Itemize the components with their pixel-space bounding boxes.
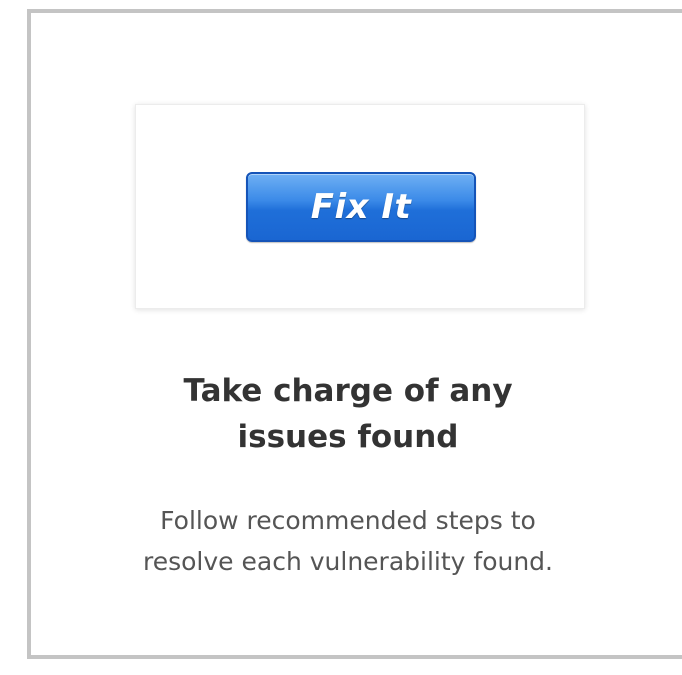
card-description: Follow recommended steps to resolve each…	[31, 500, 665, 582]
card-heading: Take charge of any issues found	[31, 368, 665, 460]
page: Fix It Take charge of any issues found F…	[0, 0, 682, 675]
card-heading-line-1: Take charge of any	[183, 373, 513, 409]
card-heading-line-2: issues found	[237, 419, 459, 455]
fix-it-button[interactable]: Fix It	[246, 172, 476, 242]
card-description-line-1: Follow recommended steps to	[160, 506, 536, 535]
fix-it-button-label: Fix It	[310, 187, 412, 227]
feature-card: Fix It Take charge of any issues found F…	[27, 9, 682, 659]
card-description-line-2: resolve each vulnerability found.	[143, 547, 553, 576]
button-preview-panel: Fix It	[135, 104, 585, 309]
